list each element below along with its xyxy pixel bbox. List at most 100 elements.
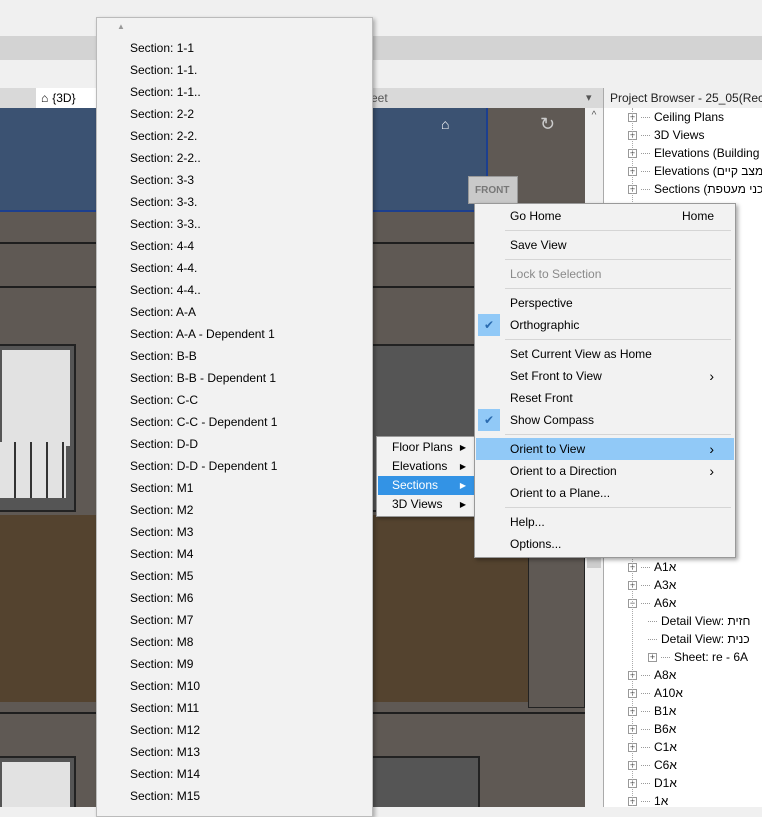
section-menu-item[interactable]: Section: 4-4.. [130, 279, 201, 301]
tree-item[interactable]: +Sections (תכני מעטפת [628, 180, 762, 198]
menu-item-go-home[interactable]: Go Home Home [476, 205, 734, 227]
menu-item-label: Lock to Selection [510, 267, 602, 281]
tree-item[interactable]: + C1א [628, 738, 677, 756]
menu-item-reset-front[interactable]: Reset Front [476, 387, 734, 409]
section-menu-item[interactable]: Section: 3-3.. [130, 213, 201, 235]
submenu-item-elevations[interactable]: Elevations ▶ [378, 457, 475, 476]
menu-item-perspective[interactable]: Perspective [476, 292, 734, 314]
section-menu-item[interactable]: Section: B-B - Dependent 1 [130, 367, 276, 389]
menu-item-label: Save View [510, 238, 567, 252]
tree-item[interactable]: − A6א [628, 594, 676, 612]
menu-item-label: Options... [510, 537, 562, 551]
section-menu-item[interactable]: Section: C-C - Dependent 1 [130, 411, 277, 433]
section-menu-item[interactable]: Section: B-B [130, 345, 197, 367]
section-menu-item[interactable]: Section: M7 [130, 609, 193, 631]
menu-item-set-front-to-view[interactable]: Set Front to View › [476, 365, 734, 387]
menu-item-orient-to-view[interactable]: Orient to View › [476, 438, 734, 460]
section-menu-item[interactable]: Section: A-A - Dependent 1 [130, 323, 275, 345]
section-menu-item[interactable]: Section: M14 [130, 763, 200, 785]
submenu-item-label: Floor Plans [392, 440, 453, 454]
menu-item-orient-to-a-plane[interactable]: Orient to a Plane... [476, 482, 734, 504]
expand-icon[interactable]: + [648, 652, 657, 662]
rotate-arrow-icon[interactable]: ↻ [540, 114, 555, 135]
section-menu-item[interactable]: Section: M3 [130, 521, 193, 543]
tree-item[interactable]: Detail View: חזית [648, 612, 750, 630]
section-menu-item[interactable]: Section: 2-2 [130, 103, 194, 125]
section-menu-item[interactable]: Section: M13 [130, 741, 200, 763]
tree-connector [641, 152, 650, 154]
section-menu-item[interactable]: Section: 2-2.. [130, 147, 201, 169]
section-menu-item[interactable]: Section: M5 [130, 565, 193, 587]
orient-view-submenu: Floor Plans ▶ Elevations ▶ Sections ▶ 3D Views… [376, 436, 477, 517]
tree-connector [641, 800, 650, 802]
section-menu-item[interactable]: Section: 1-1. [130, 59, 197, 81]
section-menu-item[interactable]: Section: 4-4 [130, 235, 194, 257]
tree-item[interactable]: Detail View: כנית [648, 630, 750, 648]
tree-connector [641, 566, 650, 568]
section-menu-item[interactable]: Section: M4 [130, 543, 193, 565]
section-menu-item[interactable]: Section: A-A [130, 301, 196, 323]
tab-list-dropdown[interactable]: ▾ [586, 91, 592, 104]
tree-item[interactable]: + C6א [628, 756, 677, 774]
tree-item[interactable]: + A10א [628, 684, 683, 702]
tree-item[interactable]: + Elevations (Building I [628, 144, 762, 162]
menu-item-save-view[interactable]: Save View [476, 234, 734, 256]
section-menu-item[interactable]: Section: 4-4. [130, 257, 197, 279]
tree-item[interactable]: + B6א [628, 720, 676, 738]
menu-item-label: Show Compass [510, 413, 595, 427]
section-menu-item[interactable]: Section: 3-3 [130, 169, 194, 191]
menu-item-set-current-view-as-home[interactable]: Set Current View as Home [476, 343, 734, 365]
tree-item[interactable]: + Elevations (מצב קיים [628, 162, 762, 180]
tab-sheet[interactable]: eet [371, 91, 388, 105]
menu-item-options[interactable]: Options... [476, 533, 734, 555]
menu-item-help[interactable]: Help... [476, 511, 734, 533]
viewcube-front[interactable]: FRONT [468, 176, 518, 204]
section-menu-item[interactable]: Section: C-C [130, 389, 198, 411]
menu-item-orient-to-a-direction[interactable]: Orient to a Direction › [476, 460, 734, 482]
tree-item[interactable]: + A3א [628, 576, 676, 594]
menu-item-orthographic[interactable]: ✔ Orthographic [476, 314, 734, 336]
submenu-item-3d-views[interactable]: 3D Views ▶ [378, 495, 475, 514]
section-menu-item[interactable]: Section: D-D [130, 433, 198, 455]
tree-connector [641, 746, 650, 748]
menu-item-label: Help... [510, 515, 545, 529]
tab-3d-view[interactable]: ⌂ {3D} [36, 88, 96, 108]
side-panel [528, 548, 585, 708]
section-menu-item[interactable]: Section: 3-3. [130, 191, 197, 213]
section-menu-item[interactable]: Section: 1-1 [130, 37, 194, 59]
tree-item[interactable]: + A1א [628, 558, 676, 576]
tree-item[interactable]: + Ceiling Plans [628, 108, 724, 126]
section-menu-item[interactable]: Section: 2-2. [130, 125, 197, 147]
home-icon[interactable]: ⌂ [441, 116, 449, 132]
submenu-chevron-icon: › [709, 441, 714, 457]
menu-item-show-compass[interactable]: ✔ Show Compass [476, 409, 734, 431]
menu-item-label: Go Home [510, 209, 562, 223]
section-menu-item[interactable]: Section: M12 [130, 719, 200, 741]
submenu-item-floor-plans[interactable]: Floor Plans ▶ [378, 438, 475, 457]
tree-connector [641, 584, 650, 586]
section-menu-item[interactable]: Section: M9 [130, 653, 193, 675]
tree-item[interactable]: + D1א [628, 774, 677, 792]
tree-item[interactable]: + B1א [628, 702, 676, 720]
section-menu-item[interactable]: Section: M1 [130, 477, 193, 499]
section-menu-item[interactable]: Section: M2 [130, 499, 193, 521]
section-menu-item[interactable]: Section: M15 [130, 785, 200, 807]
section-menu-item[interactable]: Section: D-D - Dependent 1 [130, 455, 277, 477]
tree-item[interactable]: + A8א [628, 666, 676, 684]
tree-connector [648, 638, 657, 640]
section-menu-item[interactable]: Section: M8 [130, 631, 193, 653]
menu-item-label: Reset Front [510, 391, 573, 405]
submenu-arrow-icon: ▶ [459, 481, 466, 490]
submenu-item-sections[interactable]: Sections ▶ [378, 476, 475, 495]
section-menu-item[interactable]: Section: M6 [130, 587, 193, 609]
tree-item[interactable]: +1א [628, 792, 668, 807]
scroll-up-icon[interactable]: ^ [585, 110, 603, 121]
tree-connector [641, 782, 650, 784]
section-menu-item[interactable]: Section: 1-1.. [130, 81, 201, 103]
section-menu-item[interactable]: Section: M10 [130, 675, 200, 697]
tree-connector [648, 620, 657, 622]
section-menu-item[interactable]: Section: M11 [130, 697, 199, 719]
tree-item[interactable]: + Sheet: re - 6A [648, 648, 748, 666]
scroll-up-arrow-icon[interactable]: ▲ [117, 22, 125, 31]
tree-item[interactable]: +3D Views [628, 126, 704, 144]
